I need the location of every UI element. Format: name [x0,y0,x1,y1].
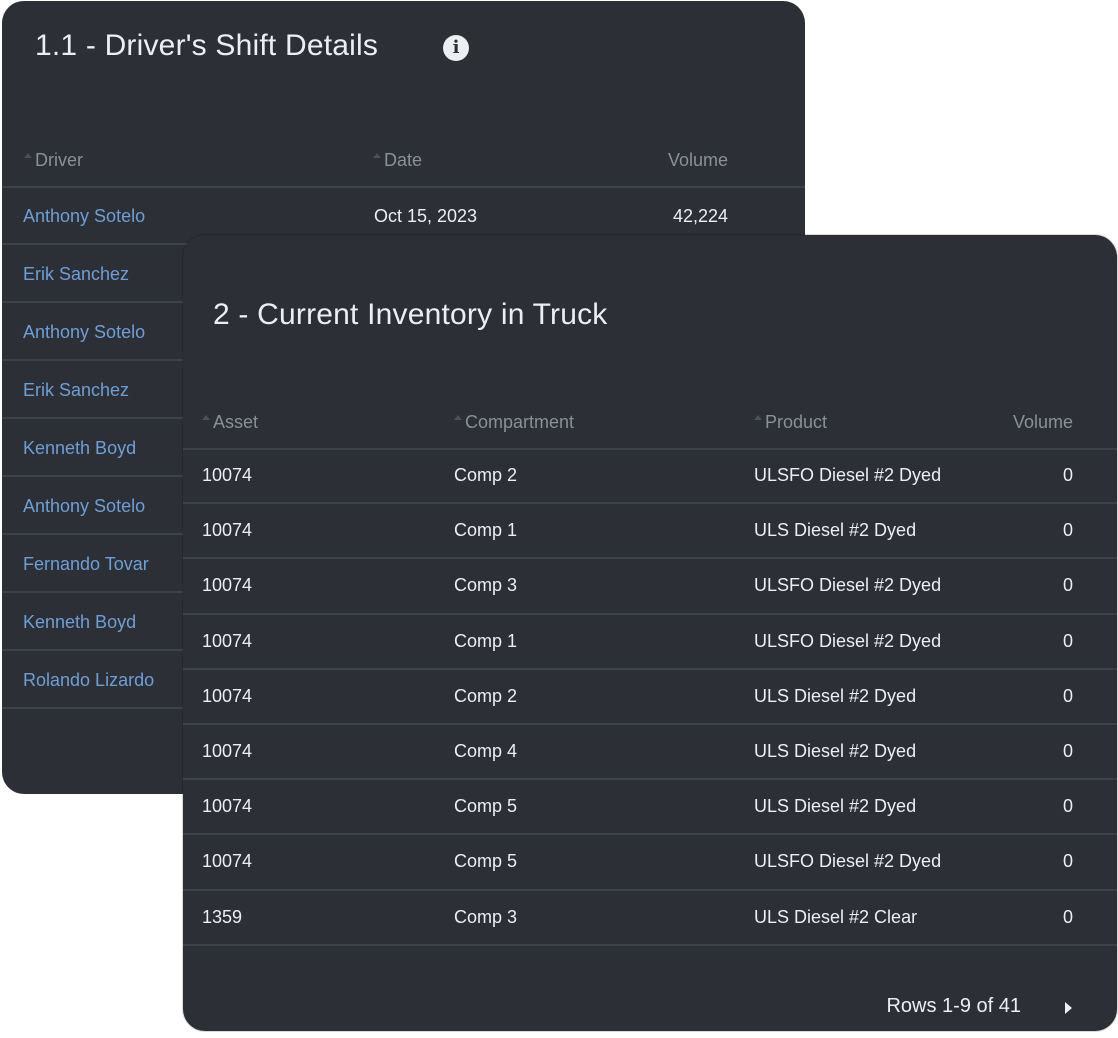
compartment-cell: Comp 5 [454,796,518,817]
asset-cell: 10074 [202,575,253,596]
volume-cell: 0 [1062,906,1073,927]
header-divider [183,448,1117,450]
asset-cell: 10074 [202,851,253,872]
driver-link[interactable]: Anthony Sotelo [23,496,145,517]
driver-link[interactable]: Erik Sanchez [23,264,129,285]
asset-cell: 10074 [202,685,253,706]
row-divider [183,723,1117,725]
asset-cell: 1359 [202,906,243,927]
asset-cell: 10074 [202,465,253,485]
compartment-cell: Comp 4 [454,741,518,761]
row-divider [183,502,1117,505]
volume-cell: 0 [1062,851,1073,872]
info-icon[interactable]: i [443,35,469,61]
product-cell: ULSFO Diesel #2 Dyed [754,851,942,872]
asset-cell: 10074 [202,520,253,541]
sort-icon [24,153,32,158]
driver-link[interactable]: Rolando Lizardo [23,670,154,691]
column-header-date[interactable]: Date [373,150,422,171]
product-cell: ULS Diesel #2 Clear [754,906,918,927]
product-cell: ULS Diesel #2 Dyed [754,520,917,541]
compartment-cell: Comp 2 [454,465,518,485]
sort-icon [373,153,381,158]
sort-icon [202,415,210,420]
driver-link[interactable]: Erik Sanchez [23,380,129,401]
column-header-product[interactable]: Product [754,412,827,433]
column-header-volume[interactable]: Volume [1013,412,1073,433]
sort-icon [754,415,762,420]
compartment-cell: Comp 3 [454,575,518,596]
compartment-cell: Comp 1 [454,520,518,541]
column-header-driver[interactable]: Driver [24,150,83,171]
product-cell: ULS Diesel #2 Dyed [754,685,917,706]
row-divider [183,943,1117,946]
volume-cell: 42,224 [672,206,728,226]
driver-link[interactable]: Kenneth Boyd [23,612,136,633]
row-divider [183,778,1117,781]
product-cell: ULS Diesel #2 Dyed [754,796,917,817]
row-divider [183,557,1117,560]
volume-cell: 0 [1062,741,1073,761]
compartment-cell: Comp 2 [454,685,518,706]
driver-link[interactable]: Anthony Sotelo [23,322,145,343]
driver-link[interactable]: Anthony Sotelo [23,206,145,227]
row-divider [183,667,1117,670]
pagination-label: Rows 1-9 of 41 [886,995,1021,1017]
sort-icon [454,415,462,420]
date-cell: Oct 15, 2023 [374,206,478,226]
product-cell: ULSFO Diesel #2 Dyed [754,630,942,651]
product-cell: ULSFO Diesel #2 Dyed [754,575,942,596]
column-header-volume[interactable]: Volume [668,150,728,171]
asset-cell: 10074 [202,630,253,651]
chevron-right-icon[interactable] [1065,1002,1072,1014]
panel-title: 1.1 - Driver's Shift Details [35,29,379,62]
volume-cell: 0 [1062,630,1073,651]
column-header-compartment[interactable]: Compartment [454,412,574,433]
current-inventory-panel: 2 - Current Inventory in Truck Asset Com… [183,235,1117,1031]
product-cell: ULS Diesel #2 Dyed [754,741,917,761]
compartment-cell: Comp 3 [454,906,518,927]
asset-cell: 10074 [202,741,253,761]
row-divider [183,612,1117,615]
volume-cell: 0 [1062,520,1073,541]
volume-cell: 0 [1062,796,1073,817]
header-divider [2,186,805,188]
compartment-cell: Comp 5 [454,851,518,872]
driver-link[interactable]: Fernando Tovar [23,554,149,575]
driver-link[interactable]: Kenneth Boyd [23,438,136,459]
compartment-cell: Comp 1 [454,630,518,651]
row-divider [183,888,1117,891]
volume-cell: 0 [1062,465,1073,485]
column-header-asset[interactable]: Asset [202,412,258,433]
row-divider [183,833,1117,836]
volume-cell: 0 [1062,575,1073,596]
product-cell: ULSFO Diesel #2 Dyed [754,465,942,485]
asset-cell: 10074 [202,796,253,817]
volume-cell: 0 [1062,685,1073,706]
panel-title: 2 - Current Inventory in Truck [213,298,608,331]
